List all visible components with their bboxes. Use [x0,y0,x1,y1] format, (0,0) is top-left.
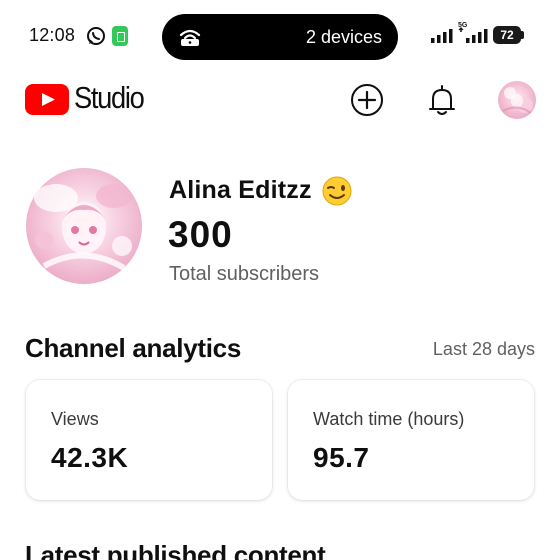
youtube-logo-icon[interactable] [25,84,69,115]
channel-name: Alina Editzz [169,176,312,204]
watch-time-label: Watch time (hours) [313,409,465,429]
channel-avatar-image [26,168,142,284]
analytics-range-label[interactable]: Last 28 days [433,339,535,360]
bell-icon[interactable] [424,82,460,118]
hotspot-icon [179,29,201,46]
latest-content-heading: Latest published content [25,540,326,560]
status-clock: 12:08 [29,25,76,45]
status-bar: 12:08 2 devices 5G 72 [0,0,560,72]
island-devices-label: 2 devices [305,27,382,47]
subscriber-label: Total subscribers [169,263,320,285]
subscriber-count: 300 [168,214,233,255]
whatsapp-icon [87,27,105,45]
watch-time-card[interactable]: Watch time (hours) 95.7 [288,380,534,500]
wink-emoji-icon [322,176,352,206]
battery-tip [521,31,524,39]
app-header: Studio [0,78,560,124]
profile-avatar[interactable] [498,81,536,119]
views-card[interactable]: Views 42.3K [26,380,272,500]
dynamic-island[interactable]: 2 devices [162,14,398,60]
views-value: 42.3K [51,442,129,473]
profile-avatar-image [498,81,536,119]
views-label: Views [51,409,99,429]
channel-avatar[interactable] [26,168,142,284]
studio-brand-label[interactable]: Studio [74,80,145,116]
channel-analytics-heading: Channel analytics [25,333,241,363]
signal-5g-icon [458,27,488,43]
app-notification-icon [112,26,128,46]
battery-icon: 72 [493,26,521,44]
create-plus-icon[interactable] [349,82,385,118]
signal-icon [431,29,453,43]
watch-time-value: 95.7 [313,442,370,473]
